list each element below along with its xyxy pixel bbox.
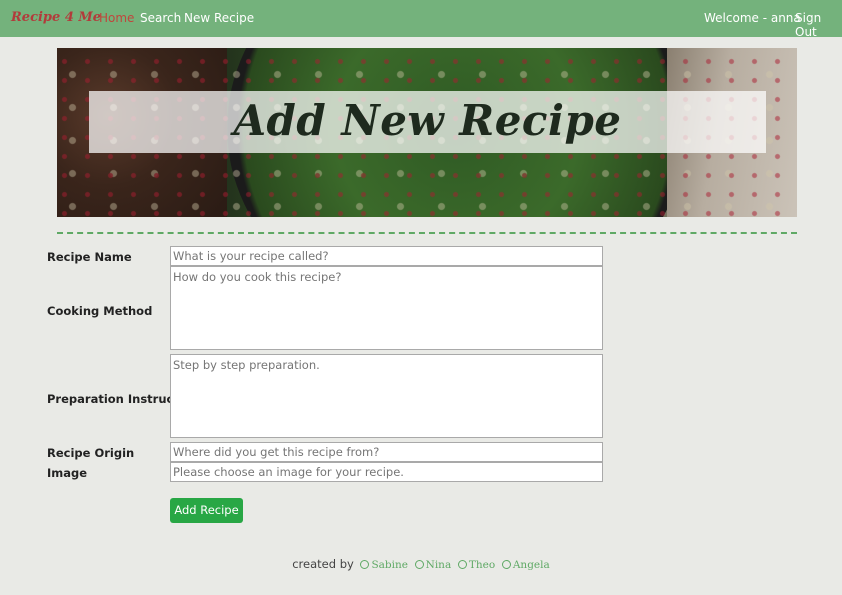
hero-title-banner: Add New Recipe bbox=[89, 91, 766, 153]
nav-home-link[interactable]: Home bbox=[99, 11, 134, 25]
image-input[interactable] bbox=[170, 462, 603, 482]
recipe-name-label: Recipe Name bbox=[47, 250, 132, 264]
cooking-method-textarea[interactable] bbox=[170, 266, 603, 350]
author-link-angela[interactable]: Angela bbox=[513, 559, 550, 571]
preparation-textarea[interactable] bbox=[170, 354, 603, 438]
cooking-method-label: Cooking Method bbox=[47, 304, 153, 318]
author-link-sabine[interactable]: Sabine bbox=[371, 559, 408, 571]
welcome-text: Welcome - anna bbox=[704, 11, 801, 25]
github-icon bbox=[457, 560, 467, 569]
footer: created by Sabine Nina Theo Angela bbox=[0, 557, 842, 571]
github-icon bbox=[501, 560, 511, 569]
nav-new-recipe-link[interactable]: New Recipe bbox=[184, 11, 254, 25]
github-icon bbox=[360, 560, 370, 569]
add-recipe-button[interactable]: Add Recipe bbox=[170, 498, 243, 523]
navbar: Recipe 4 Me Home Search New Recipe Welco… bbox=[0, 0, 842, 39]
page-title: Add New Recipe bbox=[233, 96, 622, 145]
author-link-theo[interactable]: Theo bbox=[469, 559, 495, 571]
sign-out-link[interactable]: Sign Out bbox=[795, 11, 842, 39]
nav-search-link[interactable]: Search bbox=[140, 11, 181, 25]
section-divider bbox=[57, 232, 797, 234]
hero-image: Add New Recipe bbox=[57, 48, 797, 217]
image-label: Image bbox=[47, 466, 88, 480]
author-link-nina[interactable]: Nina bbox=[426, 559, 452, 571]
github-icon bbox=[414, 560, 424, 569]
brand-logo[interactable]: Recipe 4 Me bbox=[11, 10, 101, 25]
recipe-name-input[interactable] bbox=[170, 246, 603, 266]
footer-prefix: created by bbox=[292, 557, 354, 571]
recipe-origin-label: Recipe Origin bbox=[47, 446, 135, 460]
recipe-origin-input[interactable] bbox=[170, 442, 603, 462]
